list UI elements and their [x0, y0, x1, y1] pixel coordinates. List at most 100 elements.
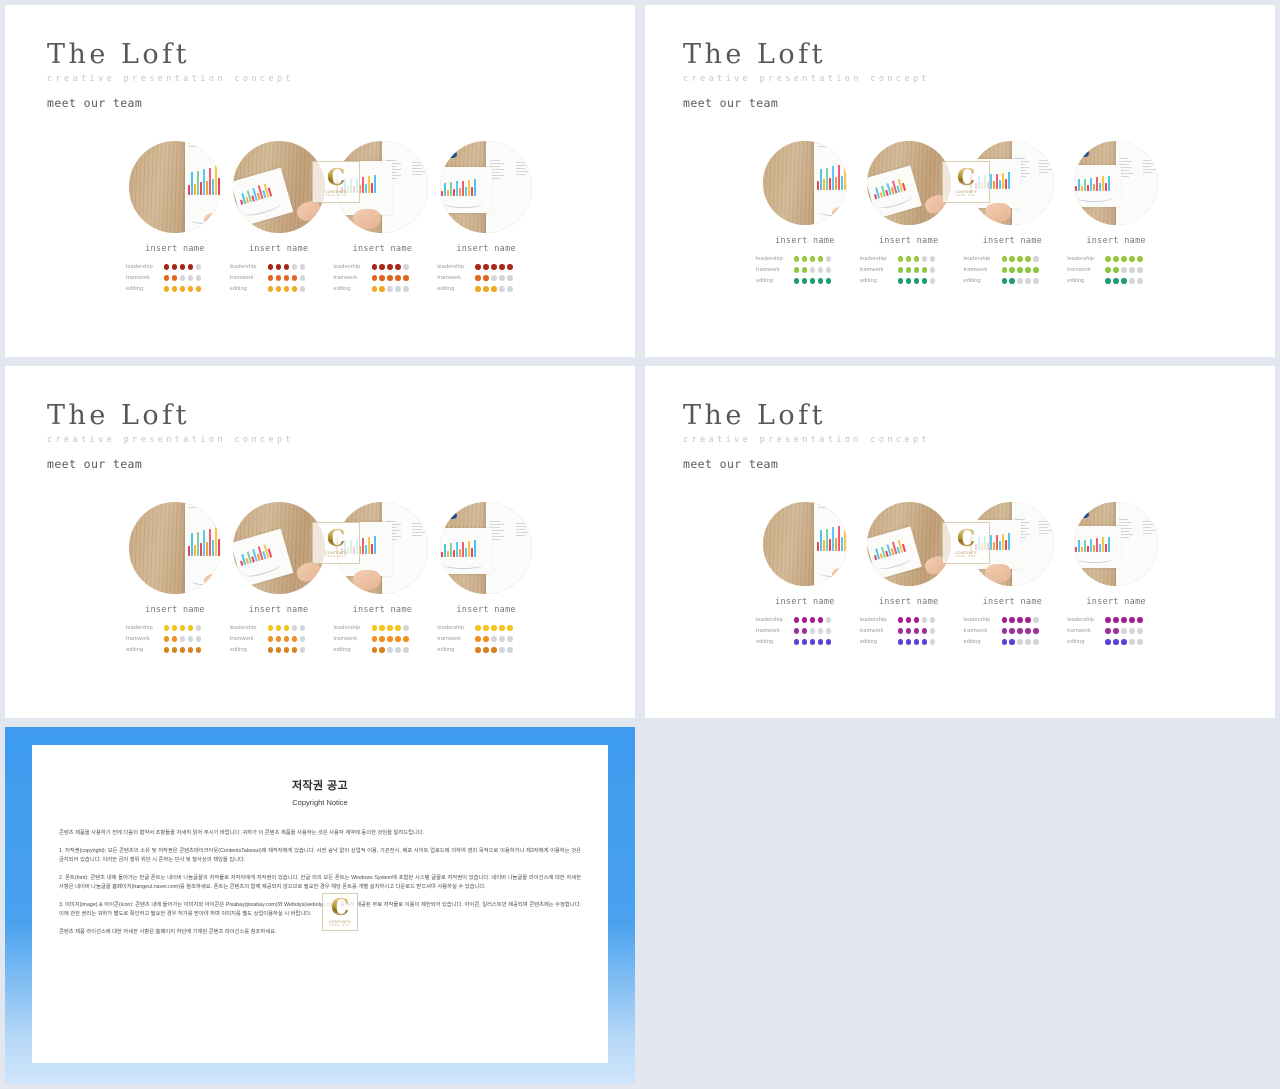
slide-thumbnail-1[interactable]: The Loft creative presentation concept m…	[5, 5, 635, 357]
skill-rating-dots	[794, 617, 832, 623]
skill-rating-dots	[267, 647, 306, 653]
team-member[interactable]: insert name leadership tramwork editing	[227, 141, 331, 292]
skill-dot-empty	[299, 275, 306, 281]
team-member[interactable]: insert name leadership tramwork editing	[1064, 502, 1168, 645]
skill-dot-filled	[164, 264, 170, 270]
skill-label: leadership	[1067, 617, 1095, 623]
report-document	[486, 502, 533, 594]
skill-dot-filled	[403, 275, 409, 281]
skill-dot-filled	[171, 264, 178, 270]
copyright-clause-3: 3. 이미지(image) & 아이콘(icon): 콘텐츠 내에 들어가는 이…	[59, 902, 581, 917]
skill-dot-filled	[825, 278, 832, 284]
team-member[interactable]: insert name leadership tramwork editing	[753, 502, 857, 645]
skill-dot-filled	[801, 628, 808, 634]
member-name: insert name	[1086, 236, 1146, 246]
skill-dot-empty	[499, 275, 505, 281]
skill-label: tramwork	[437, 636, 462, 642]
skill-rating-dots	[164, 264, 202, 270]
skill-row: tramwork	[437, 275, 513, 281]
page-title: The Loft	[683, 400, 826, 431]
skill-dot-filled	[1009, 256, 1015, 262]
skill-dot-empty	[1033, 639, 1039, 645]
skill-row: editing	[860, 639, 936, 645]
skill-dot-filled	[371, 636, 377, 642]
member-photo	[336, 502, 429, 594]
member-skill-list: leadership tramwork editing	[331, 625, 435, 653]
skill-label: tramwork	[1067, 628, 1092, 634]
skill-dot-filled	[1105, 617, 1111, 623]
member-skill-list: leadership tramwork editing	[123, 625, 227, 653]
member-photo	[866, 502, 951, 586]
skill-row: leadership	[756, 256, 832, 262]
skill-dot-empty	[179, 275, 186, 281]
member-photo	[762, 502, 847, 586]
copyright-body: 콘텐츠 제품을 사용하기 전에 다음의 협약서 조항들을 자세히 읽어 주시기 …	[59, 829, 581, 937]
chart-document	[338, 522, 392, 576]
skill-dot-empty	[1025, 639, 1031, 645]
team-member[interactable]: insert name leadership tramwork editing	[331, 502, 435, 653]
skill-dot-empty	[179, 636, 186, 642]
skill-dot-filled	[179, 647, 186, 653]
copyright-blue-frame: 저작권 공고 Copyright Notice 콘텐츠 제품을 사용하기 전에 …	[5, 727, 635, 1084]
skill-dot-filled	[179, 286, 186, 292]
team-member[interactable]: insert name leadership tramwork editing	[857, 141, 961, 284]
team-member[interactable]: insert name leadership tramwork editing	[753, 141, 857, 284]
skill-label: tramwork	[963, 628, 988, 634]
skill-dot-filled	[1001, 278, 1007, 284]
skill-row: editing	[756, 278, 832, 284]
skill-dot-filled	[1025, 628, 1031, 634]
skill-rating-dots	[1001, 267, 1039, 273]
slide-thumbnail-4[interactable]: The Loft creative presentation concept m…	[645, 366, 1275, 718]
team-member[interactable]: insert name leadership tramwork editing	[434, 141, 538, 292]
slide-thumbnail-5-copyright[interactable]: 저작권 공고 Copyright Notice 콘텐츠 제품을 사용하기 전에 …	[5, 727, 635, 1084]
skill-row: leadership	[964, 256, 1039, 262]
team-member[interactable]: insert name leadership tramwork editing	[331, 141, 435, 292]
member-photo	[1074, 502, 1159, 586]
skill-label: leadership	[859, 617, 887, 623]
team-member[interactable]: insert name leadership tramwork editing	[123, 502, 227, 653]
skill-dot-filled	[379, 647, 385, 653]
skill-dot-filled	[491, 264, 497, 270]
skill-dot-filled	[1025, 256, 1031, 262]
slide-header: The Loft creative presentation concept m…	[47, 401, 294, 471]
skill-rating-dots	[475, 275, 513, 281]
skill-dot-filled	[291, 636, 298, 642]
skill-row: editing	[230, 647, 306, 653]
skill-dot-filled	[913, 617, 920, 623]
skill-label: leadership	[1067, 256, 1095, 262]
skill-dot-filled	[275, 625, 282, 631]
skill-row: leadership	[859, 617, 936, 623]
skill-label: editing	[1067, 639, 1085, 645]
skill-dot-filled	[905, 278, 912, 284]
skill-dot-filled	[387, 275, 393, 281]
team-member[interactable]: insert name leadership tramwork editing	[434, 502, 538, 653]
member-name: insert name	[145, 605, 205, 615]
chart-document	[1074, 164, 1122, 207]
team-member[interactable]: insert name leadership tramwork editing	[961, 141, 1065, 284]
skill-dot-filled	[809, 256, 816, 262]
team-member[interactable]: insert name leadership tramwork editing	[1064, 141, 1168, 284]
skill-dot-filled	[1033, 628, 1039, 634]
skill-dot-filled	[809, 639, 816, 645]
skill-dot-filled	[275, 264, 282, 270]
skill-rating-dots	[371, 264, 409, 270]
skill-dot-filled	[171, 647, 178, 653]
team-member[interactable]: insert name leadership tramwork editing	[857, 502, 961, 645]
member-skill-list: leadership tramwork editing	[331, 264, 435, 292]
skill-dot-filled	[913, 639, 920, 645]
skill-dot-filled	[905, 256, 912, 262]
team-member[interactable]: insert name leadership tramwork editing	[961, 502, 1065, 645]
slide-thumbnail-3[interactable]: The Loft creative presentation concept m…	[5, 366, 635, 718]
skill-label: editing	[963, 278, 981, 284]
team-member[interactable]: insert name leadership tramwork editing	[123, 141, 227, 292]
skill-rating-dots	[794, 628, 832, 634]
team-member[interactable]: insert name leadership tramwork editing	[227, 502, 331, 653]
skill-dot-filled	[1017, 267, 1023, 273]
skill-dot-filled	[1025, 617, 1031, 623]
slide-thumbnail-2[interactable]: The Loft creative presentation concept m…	[645, 5, 1275, 357]
skill-dot-filled	[1121, 617, 1127, 623]
skill-row: leadership	[1067, 617, 1143, 623]
skill-rating-dots	[371, 275, 409, 281]
skill-dot-filled	[905, 639, 912, 645]
team-row: insert name leadership tramwork editing inse…	[753, 502, 1168, 645]
